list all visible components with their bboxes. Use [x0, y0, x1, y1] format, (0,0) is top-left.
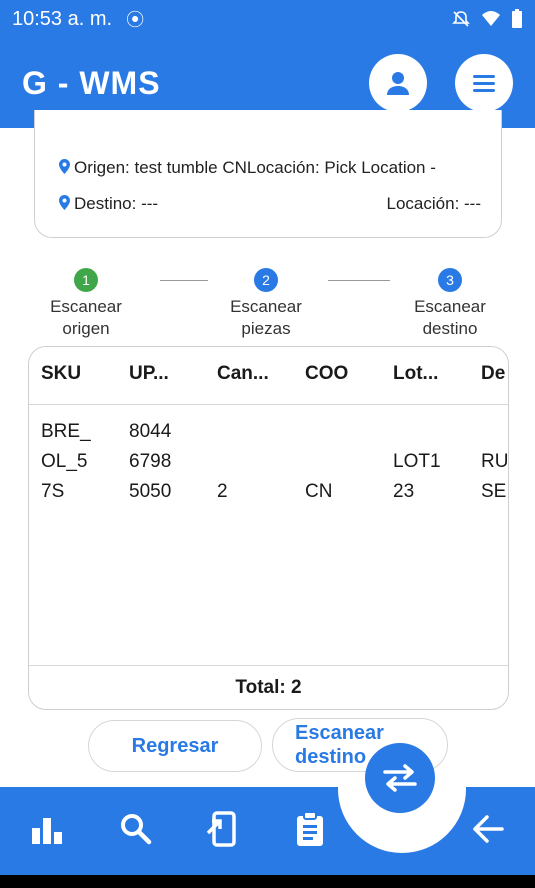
- cell-coo: CN: [305, 481, 333, 502]
- status-bar: 10:53 a. m. ⦿: [0, 0, 535, 38]
- location-card: Origen: test tumble CNLocación: Pick Loc…: [34, 110, 502, 238]
- step-origin: 1 Escanear origen: [36, 268, 136, 340]
- destination-row: Destino: ---: [59, 194, 158, 214]
- table-header: SKU UP... Can... COO Lot... De: [29, 347, 508, 405]
- search-icon: [121, 814, 152, 845]
- step-destination: 3 Escanear destino: [398, 268, 502, 340]
- cell-cantidad: 2: [217, 481, 228, 502]
- items-table[interactable]: SKU UP... Can... COO Lot... De BRE_ OL_5…: [28, 346, 509, 710]
- system-nav-bar: [0, 875, 535, 888]
- column-header-cantidad[interactable]: Can...: [217, 363, 269, 385]
- column-header-coo[interactable]: COO: [305, 363, 348, 385]
- chart-icon: [32, 818, 62, 844]
- cell-upc: 8044 6798 5050: [129, 421, 172, 502]
- menu-icon: [473, 75, 495, 92]
- step-label: destino: [422, 319, 478, 338]
- step-label: Escanear: [230, 297, 302, 316]
- bottom-nav: [0, 783, 535, 875]
- location-pin-icon: [59, 159, 70, 177]
- column-header-lote[interactable]: Lot...: [393, 363, 438, 385]
- step-number: 2: [254, 268, 278, 292]
- table-row[interactable]: BRE_ OL_5 7S 8044 6798 5050 2 CN LOT1 23…: [29, 417, 508, 507]
- step-label: piezas: [241, 319, 291, 338]
- step-pieces: 2 Escanear piezas: [216, 268, 316, 340]
- nav-chart[interactable]: [26, 807, 70, 851]
- scan-destination-label: Escanear: [295, 722, 384, 744]
- nav-scan-device[interactable]: [200, 807, 244, 851]
- menu-button[interactable]: [455, 54, 513, 112]
- step-label: Escanear: [414, 297, 486, 316]
- nav-search[interactable]: [114, 807, 158, 851]
- origin-row: Origen: test tumble CNLocación: Pick Loc…: [59, 158, 436, 178]
- column-header-desc[interactable]: De: [481, 363, 505, 385]
- step-number: 3: [438, 268, 462, 292]
- stepper-connector: [160, 280, 208, 281]
- step-label: origen: [62, 319, 110, 338]
- user-icon: [387, 72, 409, 95]
- profile-button[interactable]: [369, 54, 427, 112]
- step-label: Escanear: [50, 297, 122, 316]
- column-header-upc[interactable]: UP...: [129, 363, 169, 385]
- stepper-connector: [328, 280, 390, 281]
- status-time: 10:53 a. m.: [12, 7, 113, 30]
- sync-icon: ⦿: [126, 10, 145, 30]
- back-button[interactable]: Regresar: [88, 720, 262, 772]
- destination-location-text: Locación: ---: [386, 194, 481, 213]
- battery-icon: [512, 9, 522, 28]
- table-total: Total: 2: [29, 665, 508, 709]
- stepper: 1 Escanear origen 2 Escanear piezas 3 Es…: [0, 268, 535, 348]
- wifi-icon: [482, 11, 500, 26]
- swap-icon: [383, 764, 417, 792]
- destination-text: Destino: ---: [74, 194, 159, 213]
- status-icons: [451, 9, 523, 29]
- scan-destination-label: destino: [295, 746, 367, 768]
- cell-desc: RU SE: [481, 451, 509, 502]
- nav-clipboard[interactable]: [288, 807, 332, 851]
- cell-sku: BRE_ OL_5 7S: [41, 421, 91, 502]
- arrow-left-icon: [473, 815, 504, 843]
- column-header-sku[interactable]: SKU: [41, 363, 81, 385]
- step-number: 1: [74, 268, 98, 292]
- phone-scan-icon: [206, 811, 236, 847]
- origin-text: Origen: test tumble CNLocación: Pick Loc…: [74, 158, 436, 177]
- location-pin-icon: [59, 195, 70, 213]
- swap-fab[interactable]: [365, 743, 435, 813]
- app-title: G - WMS: [22, 64, 161, 101]
- nav-back[interactable]: [466, 807, 510, 851]
- mute-icon: [452, 11, 470, 27]
- cell-lote: LOT1 23: [393, 451, 441, 502]
- clipboard-icon: [297, 811, 323, 846]
